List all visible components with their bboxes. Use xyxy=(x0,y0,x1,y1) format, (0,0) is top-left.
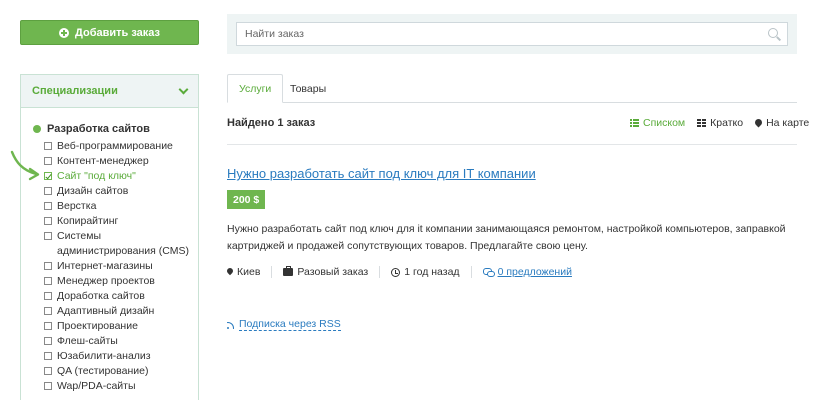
specialization-item[interactable]: Флеш-сайты xyxy=(44,334,194,349)
checkbox[interactable] xyxy=(44,187,52,195)
checkbox[interactable] xyxy=(44,382,52,390)
specialization-label: Доработка сайтов xyxy=(57,290,145,302)
order-type: Разовый заказ xyxy=(271,266,379,278)
checkbox[interactable] xyxy=(44,322,52,330)
specializations-list: Веб-программирование Контент-менеджер Сайт… xyxy=(44,139,194,394)
results-divider xyxy=(227,144,797,145)
checkbox[interactable] xyxy=(44,352,52,360)
chevron-down-icon[interactable] xyxy=(178,84,189,94)
add-order-label: Добавить заказ xyxy=(75,26,160,39)
order-time: 1 год назад xyxy=(379,266,470,278)
search-icon[interactable] xyxy=(768,27,781,41)
specialization-item[interactable]: Менеджер проектов xyxy=(44,274,194,289)
clock-icon xyxy=(391,267,401,277)
order-offers[interactable]: 0 предложений xyxy=(470,266,583,278)
specialization-item[interactable]: Верстка xyxy=(44,199,194,214)
view-brief-label: Кратко xyxy=(710,117,744,129)
time-label: 1 год назад xyxy=(404,266,460,278)
plus-circle-icon xyxy=(59,27,69,38)
checkbox[interactable] xyxy=(44,202,52,210)
rss-icon xyxy=(227,321,235,329)
briefcase-icon xyxy=(283,266,294,276)
specialization-label: Копирайтинг xyxy=(57,215,119,227)
view-list-label: Списком xyxy=(643,117,686,129)
tab-goods[interactable]: Товары xyxy=(279,74,337,103)
specialization-item[interactable]: Веб-программирование xyxy=(44,139,194,154)
specialization-label: Адаптивный дизайн xyxy=(57,305,155,317)
order-meta: Киев Разовый заказ 1 год назад 0 предлож… xyxy=(227,264,583,280)
specialization-item[interactable]: Системы администрирования (CMS) xyxy=(44,229,194,259)
checkbox[interactable] xyxy=(44,262,52,270)
checkbox[interactable] xyxy=(44,217,52,225)
view-map-option[interactable]: На карте xyxy=(755,117,809,129)
specialization-label: Проектирование xyxy=(57,320,138,332)
specialization-label: Wap/PDA-сайты xyxy=(57,380,136,392)
search-box xyxy=(236,22,788,46)
category-row[interactable]: Разработка сайтов xyxy=(33,123,150,135)
found-count: Найдено 1 заказ xyxy=(227,117,316,129)
offers-link[interactable]: 0 предложений xyxy=(498,266,572,278)
order-location: Киев xyxy=(227,266,271,278)
specialization-item[interactable]: Сайт "под ключ" xyxy=(44,169,194,184)
specialization-item[interactable]: Интернет-магазины xyxy=(44,259,194,274)
category-dot-icon xyxy=(33,125,41,133)
specialization-item[interactable]: Адаптивный дизайн xyxy=(44,304,194,319)
specialization-label: Верстка xyxy=(57,200,97,212)
order-type-label: Разовый заказ xyxy=(297,266,369,278)
checkbox[interactable] xyxy=(44,367,52,375)
specialization-label: QA (тестирование) xyxy=(57,365,149,377)
view-switcher: Списком Кратко На карте xyxy=(630,117,809,129)
specialization-item[interactable]: Проектирование xyxy=(44,319,194,334)
checkbox[interactable] xyxy=(44,157,52,165)
order-description: Нужно разработать сайт под ключ для it к… xyxy=(227,223,786,252)
specializations-title: Специализации xyxy=(32,85,118,97)
rss-subscription[interactable]: Подписка через RSS xyxy=(227,318,341,331)
specialization-label: Системы администрирования (CMS) xyxy=(57,230,190,257)
specialization-item[interactable]: Юзабилити-анализ xyxy=(44,349,194,364)
map-pin-icon xyxy=(755,119,762,128)
price-badge: 200 $ xyxy=(227,190,266,209)
specialization-label: Сайт "под ключ" xyxy=(57,170,136,182)
view-map-label: На карте xyxy=(766,117,810,129)
tabs-bar: Услуги Товары xyxy=(227,74,797,103)
specialization-item[interactable]: Дизайн сайтов xyxy=(44,184,194,199)
specialization-label: Дизайн сайтов xyxy=(57,185,129,197)
grid-icon xyxy=(697,119,707,127)
add-order-button[interactable]: Добавить заказ xyxy=(20,20,199,45)
specialization-item[interactable]: Wap/PDA-сайты xyxy=(44,379,194,394)
location-pin-icon xyxy=(227,268,233,276)
search-bar xyxy=(227,14,797,54)
rss-link[interactable]: Подписка через RSS xyxy=(239,318,341,331)
checkbox[interactable] xyxy=(44,337,52,345)
checkbox[interactable] xyxy=(44,307,52,315)
specializations-panel: Специализации Разработка сайтов Веб-прог… xyxy=(20,74,199,400)
checkbox[interactable] xyxy=(44,232,52,240)
specialization-label: Контент-менеджер xyxy=(57,155,149,167)
category-label: Разработка сайтов xyxy=(47,123,150,135)
search-input[interactable] xyxy=(245,28,745,40)
comments-icon xyxy=(482,268,495,277)
checkbox[interactable] xyxy=(44,142,52,150)
checkbox[interactable] xyxy=(44,292,52,300)
specialization-label: Флеш-сайты xyxy=(57,335,118,347)
specialization-item[interactable]: QA (тестирование) xyxy=(44,364,194,379)
specialization-item[interactable]: Доработка сайтов xyxy=(44,289,194,304)
checkbox-checked[interactable] xyxy=(44,172,52,180)
list-icon xyxy=(630,119,639,127)
specialization-label: Интернет-магазины xyxy=(57,260,153,272)
specialization-item[interactable]: Копирайтинг xyxy=(44,214,194,229)
specialization-label: Юзабилити-анализ xyxy=(57,350,151,362)
location-label: Киев xyxy=(237,266,261,278)
view-list-option[interactable]: Списком xyxy=(630,117,685,129)
specialization-label: Менеджер проектов xyxy=(57,275,155,287)
order-title-link[interactable]: Нужно разработать сайт под ключ для IT к… xyxy=(227,166,536,181)
view-brief-option[interactable]: Кратко xyxy=(697,117,743,129)
curved-arrow-icon xyxy=(10,150,40,181)
specialization-item[interactable]: Контент-менеджер xyxy=(44,154,194,169)
specialization-label: Веб-программирование xyxy=(57,140,173,152)
checkbox[interactable] xyxy=(44,277,52,285)
specializations-header[interactable]: Специализации xyxy=(21,75,198,108)
tab-services[interactable]: Услуги xyxy=(227,74,284,103)
